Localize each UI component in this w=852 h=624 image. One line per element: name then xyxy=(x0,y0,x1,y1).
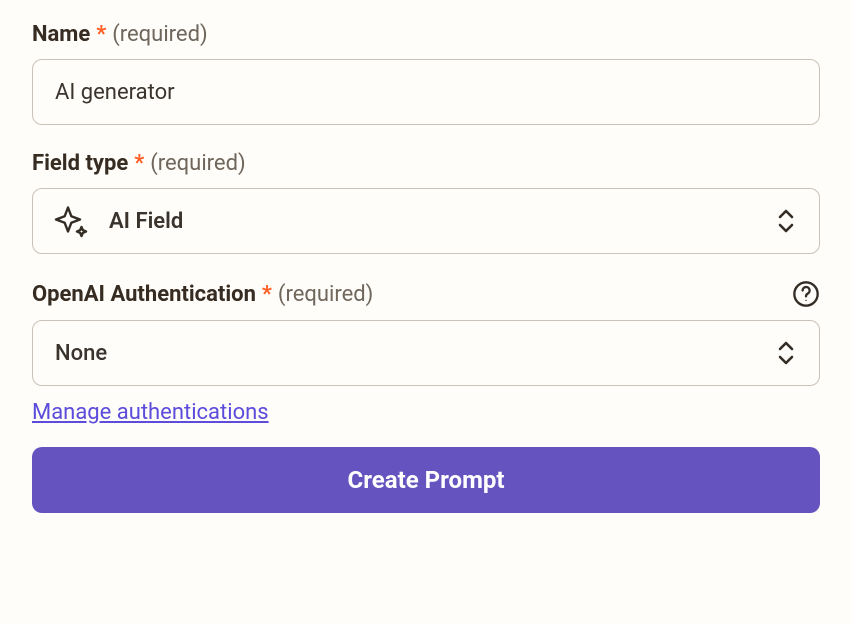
field-type-value: AI Field xyxy=(109,209,183,234)
auth-hint: (required) xyxy=(278,282,373,307)
field-type-label-wrap: Field type * (required) xyxy=(32,151,246,176)
chevron-up-down-icon xyxy=(775,337,797,369)
name-label-row: Name * (required) xyxy=(32,22,820,47)
name-hint: (required) xyxy=(112,22,207,47)
required-asterisk: * xyxy=(262,284,272,306)
chevron-up-down-icon xyxy=(775,205,797,237)
field-type-label-row: Field type * (required) xyxy=(32,151,820,176)
field-type-group: Field type * (required) AI Field xyxy=(32,151,820,254)
name-input[interactable] xyxy=(32,59,820,125)
required-asterisk: * xyxy=(134,153,144,175)
required-asterisk: * xyxy=(96,24,106,46)
name-field-group: Name * (required) xyxy=(32,22,820,125)
auth-value: None xyxy=(55,341,107,366)
name-label: Name xyxy=(32,22,90,47)
field-type-select[interactable]: AI Field xyxy=(32,188,820,254)
auth-field-group: OpenAI Authentication * (required) None … xyxy=(32,280,820,425)
manage-auth-row: Manage authentications xyxy=(32,400,820,425)
create-prompt-button[interactable]: Create Prompt xyxy=(32,447,820,513)
auth-label-row: OpenAI Authentication * (required) xyxy=(32,280,820,308)
auth-label: OpenAI Authentication xyxy=(32,282,256,307)
sparkle-icon xyxy=(53,203,89,239)
auth-select[interactable]: None xyxy=(32,320,820,386)
auth-label-wrap: OpenAI Authentication * (required) xyxy=(32,282,373,307)
field-type-label: Field type xyxy=(32,151,128,176)
name-label-wrap: Name * (required) xyxy=(32,22,208,47)
manage-authentications-link[interactable]: Manage authentications xyxy=(32,400,269,425)
field-type-hint: (required) xyxy=(150,151,245,176)
help-icon[interactable] xyxy=(792,280,820,308)
